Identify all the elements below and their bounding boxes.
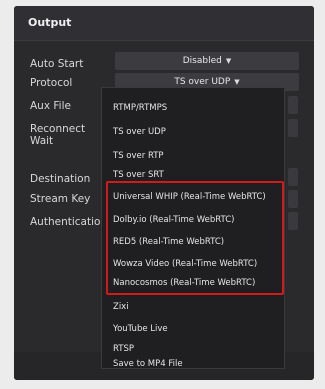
aux-file-field[interactable]	[288, 96, 298, 114]
option-ts-over-rtp[interactable]: TS over RTP	[113, 151, 164, 161]
option-ts-over-udp[interactable]: TS over UDP	[113, 127, 166, 137]
stream-key-field[interactable]	[288, 190, 298, 208]
protocol-value: TS over UDP	[174, 77, 231, 87]
reconnect-wait-label: Reconnect Wait	[30, 123, 86, 147]
option-nanocosmos[interactable]: Nanocosmos (Real-Time WebRTC)	[113, 278, 255, 288]
option-save-to-mp4[interactable]: Save to MP4 File	[113, 359, 183, 369]
option-rtmp[interactable]: RTMP/RTMPS	[113, 103, 167, 113]
aux-file-label: Aux File	[30, 100, 71, 112]
authentication-field[interactable]	[288, 212, 298, 230]
stream-key-label: Stream Key	[30, 193, 91, 205]
auto-start-label: Auto Start	[30, 58, 84, 70]
option-red5[interactable]: RED5 (Real-Time WebRTC)	[113, 237, 224, 247]
chevron-down-icon: ▼	[225, 57, 232, 65]
option-wowza-video[interactable]: Wowza Video (Real-Time WebRTC)	[113, 259, 257, 269]
reconnect-wait-field[interactable]	[288, 119, 298, 137]
destination-label: Destination	[30, 173, 91, 185]
option-ts-over-srt[interactable]: TS over SRT	[113, 170, 164, 180]
auto-start-select[interactable]: Disabled ▼	[115, 52, 299, 70]
option-zixi[interactable]: Zixi	[113, 302, 129, 312]
chevron-down-icon: ▼	[234, 78, 240, 86]
authentication-label: Authentication	[30, 216, 108, 228]
panel-header: Output	[14, 6, 314, 41]
option-youtube-live[interactable]: YouTube Live	[113, 324, 168, 334]
option-dolby-io[interactable]: Dolby.io (Real-Time WebRTC)	[113, 215, 234, 225]
option-rtsp[interactable]: RTSP	[113, 344, 134, 354]
panel-title: Output	[28, 16, 72, 29]
option-universal-whip[interactable]: Universal WHIP (Real-Time WebRTC)	[113, 192, 266, 202]
protocol-label: Protocol	[30, 77, 73, 89]
auto-start-value: Disabled	[182, 56, 222, 66]
protocol-dropdown-list: RTMP/RTMPS TS over UDP TS over RTP TS ov…	[101, 87, 285, 369]
destination-field[interactable]	[288, 168, 298, 186]
